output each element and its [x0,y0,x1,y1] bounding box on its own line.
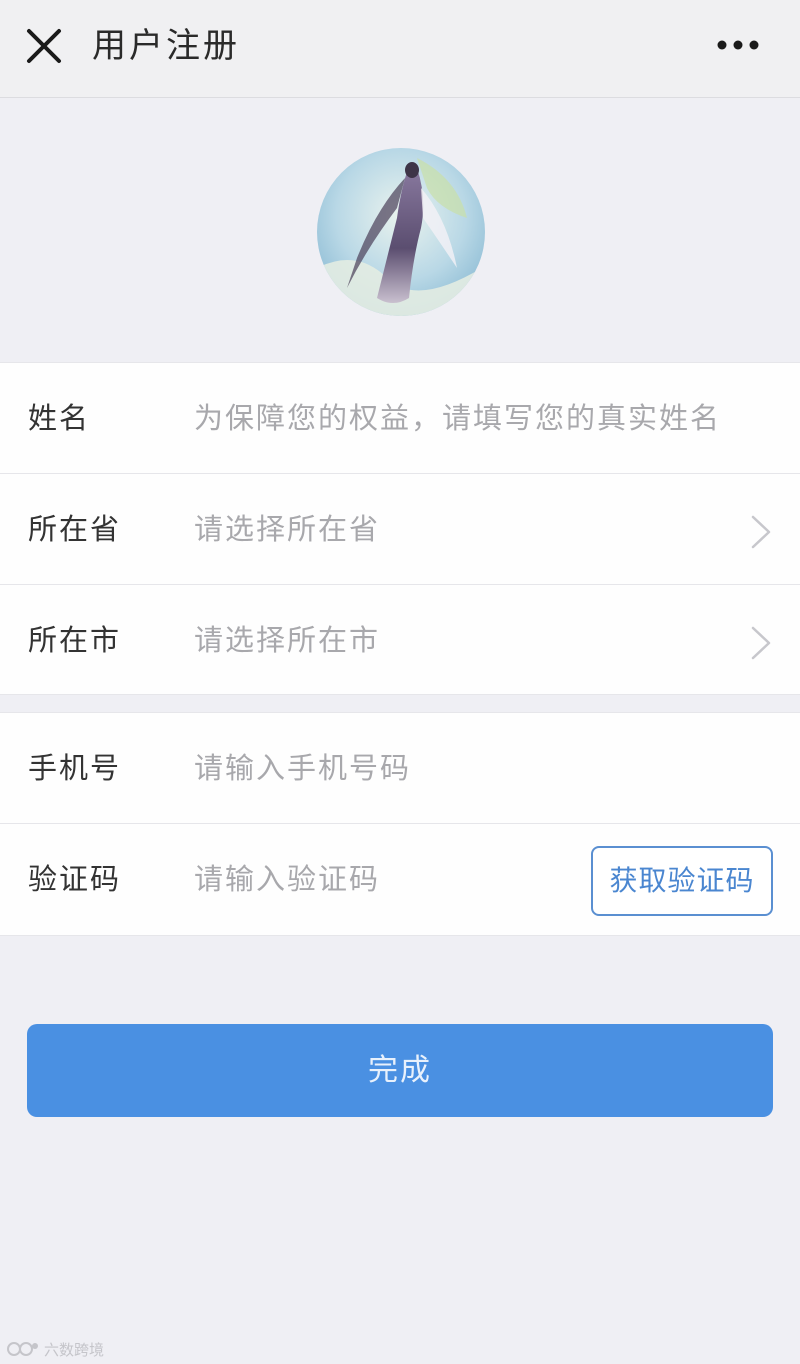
form-group-personal: 姓名 为保障您的权益，请填写您的真实姓名 所在省 请选择所在省 所在市 请选择所… [0,362,800,695]
close-icon[interactable] [22,24,66,68]
city-select[interactable]: 请选择所在市 [194,585,380,695]
phone-input[interactable]: 请输入手机号码 [194,713,411,823]
phone-label: 手机号 [28,751,122,785]
code-input[interactable]: 请输入验证码 [194,824,380,934]
submit-button[interactable]: 完成 [27,1024,773,1117]
chevron-right-icon [751,515,771,549]
name-input[interactable]: 为保障您的权益，请填写您的真实姓名 [194,363,721,473]
form-group-verification: 手机号 请输入手机号码 验证码 请输入验证码 获取验证码 [0,712,800,936]
page-title: 用户注册 [92,26,240,66]
code-row[interactable]: 验证码 请输入验证码 获取验证码 [0,824,800,935]
name-label: 姓名 [28,401,91,435]
watermark: 六数跨境 [6,1338,104,1360]
chevron-right-icon [751,626,771,660]
watermark-logo-icon [7,1342,38,1356]
watermark-text: 六数跨境 [44,1340,105,1359]
province-label: 所在省 [28,512,122,546]
province-row[interactable]: 所在省 请选择所在省 [0,474,800,585]
nav-header: 用户注册 [0,0,800,98]
code-label: 验证码 [28,862,122,896]
city-row[interactable]: 所在市 请选择所在市 [0,585,800,696]
get-code-button[interactable]: 获取验证码 [591,846,773,916]
more-horizontal-icon[interactable] [708,30,768,60]
name-row[interactable]: 姓名 为保障您的权益，请填写您的真实姓名 [0,363,800,474]
avatar-image [317,148,485,316]
phone-row[interactable]: 手机号 请输入手机号码 [0,713,800,824]
avatar[interactable] [317,148,485,316]
province-select[interactable]: 请选择所在省 [194,474,380,584]
city-label: 所在市 [28,623,122,657]
registration-page: 用户注册 姓名 为保障您的权益，请填写您的真实姓名 所在省 请选择所在省 所在市… [0,0,800,1364]
